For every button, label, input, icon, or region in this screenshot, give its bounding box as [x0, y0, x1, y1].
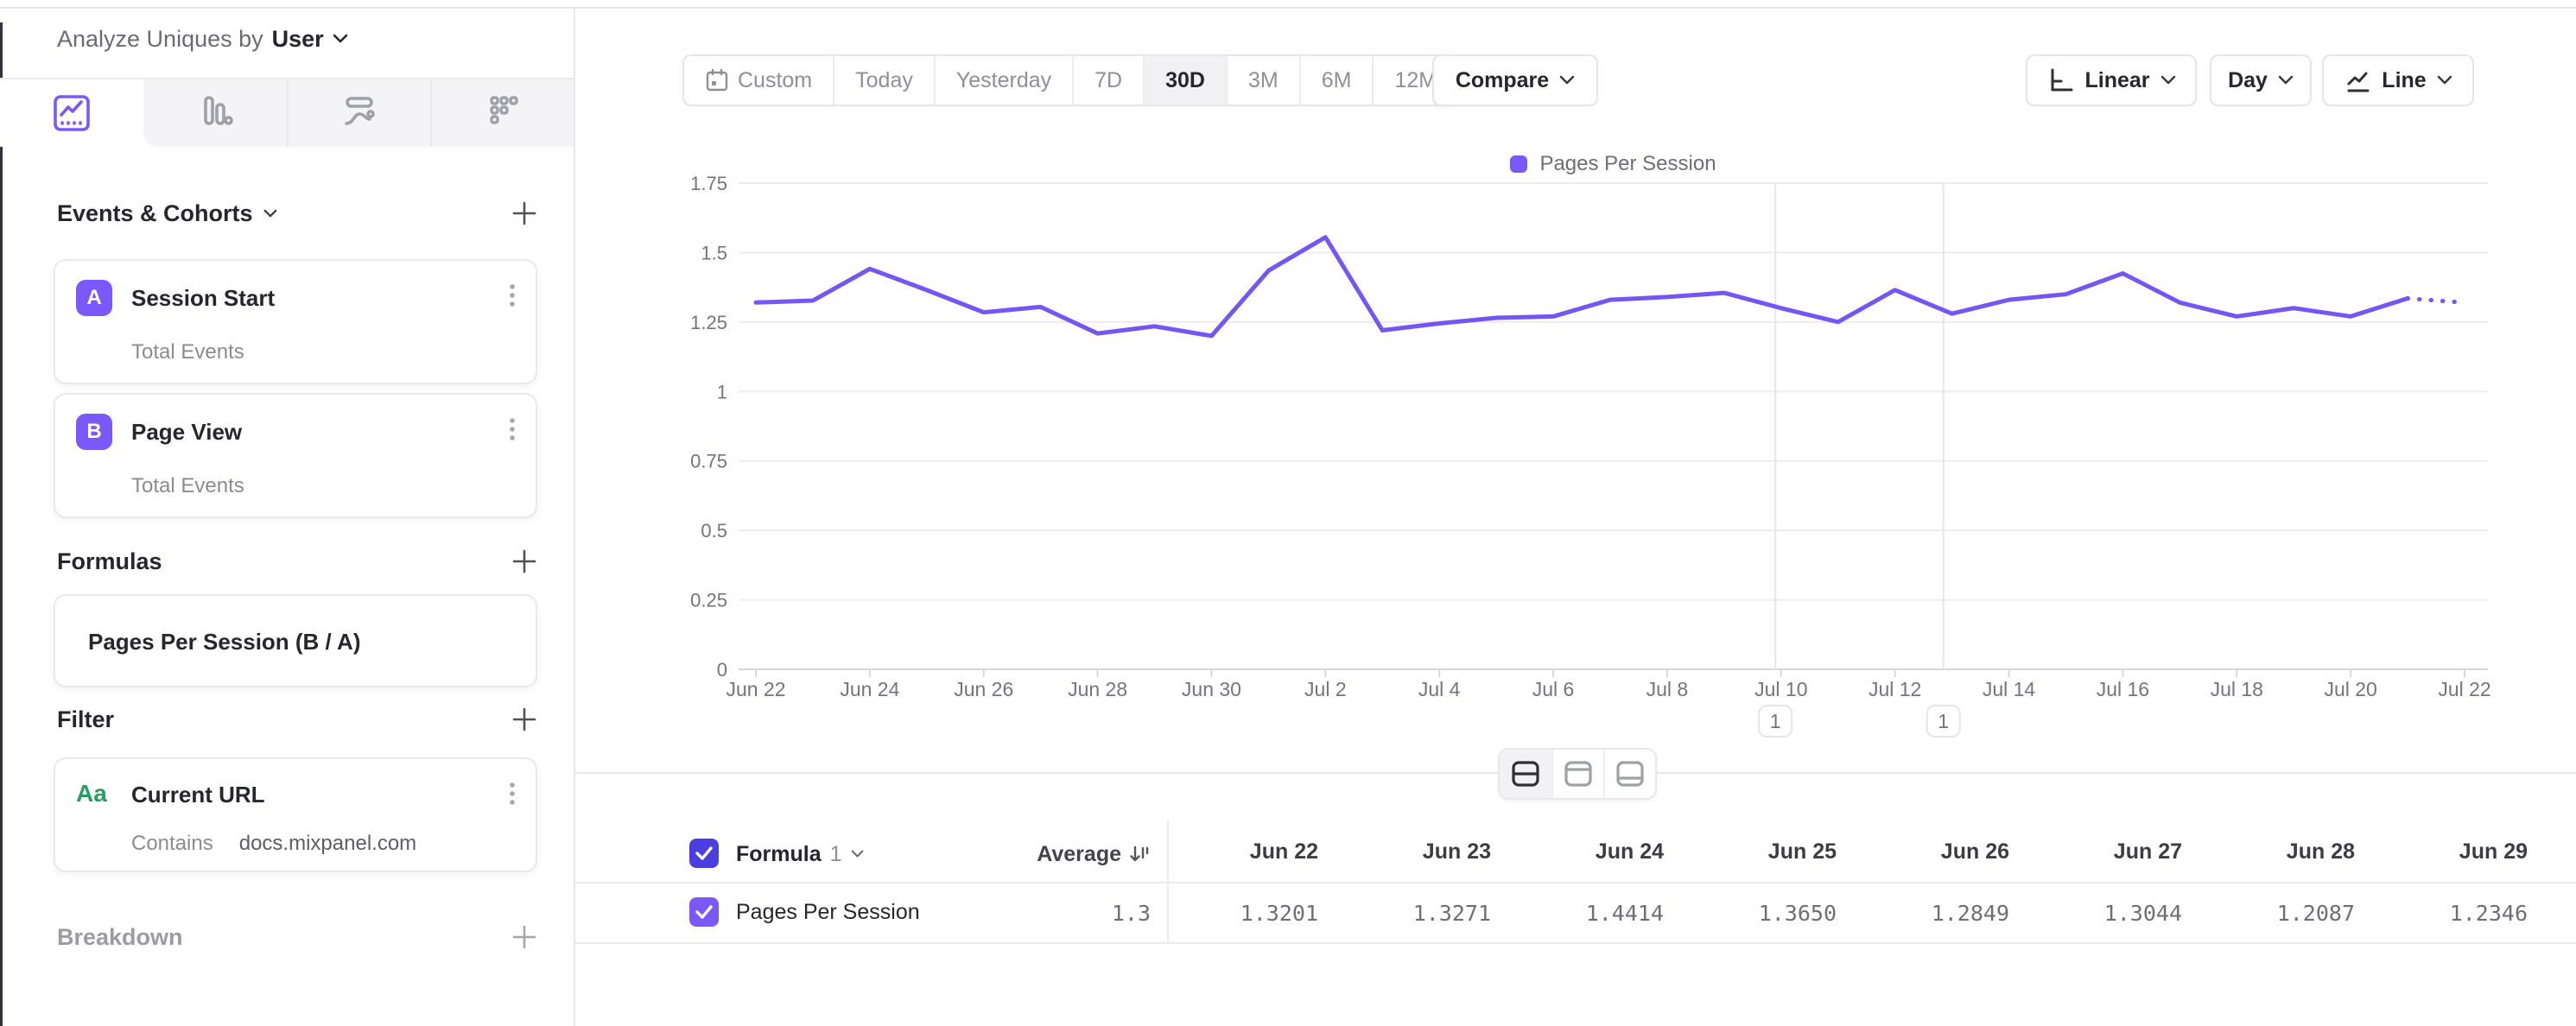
svg-text:Jul 16: Jul 16: [2097, 678, 2149, 700]
split-view-icon: [1511, 760, 1540, 788]
formula-checkbox[interactable]: [689, 839, 719, 868]
svg-text:1: 1: [1938, 710, 1949, 732]
svg-text:Jul 6: Jul 6: [1532, 678, 1575, 700]
table-bottom-border: [575, 942, 2576, 944]
column-header[interactable]: Jun 28: [2191, 839, 2355, 867]
table-bottom-view-icon: [1615, 760, 1645, 788]
average-label: Average: [1037, 842, 1121, 867]
chevron-down-icon: [851, 850, 864, 858]
svg-text:0.75: 0.75: [690, 451, 727, 472]
toggle-table-only[interactable]: [1603, 750, 1655, 798]
check-icon: [695, 904, 714, 920]
svg-text:1.5: 1.5: [701, 242, 727, 263]
svg-text:Jul 4: Jul 4: [1418, 678, 1461, 700]
column-header[interactable]: Jun 22: [1154, 839, 1318, 867]
table-cell: 1.3650: [1672, 901, 1837, 926]
column-header[interactable]: Jun 24: [1500, 839, 1664, 867]
svg-text:1: 1: [717, 381, 727, 402]
sort-icon[interactable]: [1128, 843, 1151, 865]
svg-text:Jul 2: Jul 2: [1304, 678, 1347, 700]
svg-text:0.5: 0.5: [701, 520, 727, 542]
column-header[interactable]: Jun 23: [1327, 839, 1491, 867]
column-header[interactable]: Jun 25: [1672, 839, 1837, 867]
svg-text:Jul 20: Jul 20: [2324, 678, 2376, 700]
svg-text:Jul 12: Jul 12: [1869, 678, 1921, 700]
svg-text:1: 1: [1770, 710, 1781, 732]
table-cell: 1.4414: [1500, 901, 1664, 926]
svg-text:Jul 8: Jul 8: [1646, 678, 1689, 700]
column-header[interactable]: Jun 29: [2363, 839, 2528, 867]
series-name: Pages Per Session: [736, 900, 920, 925]
chart-top-view-icon: [1564, 760, 1593, 788]
table-cell: 1.2087: [2191, 901, 2355, 926]
svg-text:1.25: 1.25: [690, 312, 727, 333]
svg-text:Jun 28: Jun 28: [1068, 678, 1127, 700]
check-icon: [695, 846, 714, 861]
svg-text:1.75: 1.75: [690, 173, 727, 194]
toggle-chart-only[interactable]: [1551, 750, 1603, 798]
svg-text:Jun 26: Jun 26: [954, 678, 1013, 700]
table-cell: 1.3201: [1154, 901, 1318, 926]
svg-text:Jun 24: Jun 24: [840, 678, 899, 700]
svg-text:Jul 10: Jul 10: [1754, 678, 1807, 700]
table-header-divider: [575, 882, 2576, 884]
formula-dropdown[interactable]: Formula 1: [736, 841, 864, 867]
table-cell: 1.3044: [2018, 901, 2182, 926]
svg-text:0.25: 0.25: [690, 590, 727, 611]
line-chart-canvas[interactable]: 00.250.50.7511.251.51.75Jun 22Jun 24Jun …: [0, 0, 2576, 1026]
toggle-split-view[interactable]: [1500, 750, 1551, 798]
svg-text:Jul 14: Jul 14: [1983, 678, 2036, 700]
layout-toggle-group: [1498, 748, 1657, 800]
svg-text:Jul 22: Jul 22: [2438, 678, 2490, 700]
svg-text:Jul 18: Jul 18: [2211, 678, 2263, 700]
svg-text:Jun 22: Jun 22: [726, 678, 785, 700]
svg-text:Jun 30: Jun 30: [1182, 678, 1241, 700]
column-header[interactable]: Jun 27: [2018, 839, 2182, 867]
formula-index: 1: [830, 842, 842, 867]
series-average-value: 1.3: [950, 901, 1151, 926]
table-cell: 1.2849: [1845, 901, 2009, 926]
series-checkbox[interactable]: [689, 897, 719, 927]
formula-label: Formula: [736, 842, 822, 867]
table-cell: 1.3271: [1327, 901, 1491, 926]
column-header[interactable]: Jun 26: [1845, 839, 2009, 867]
average-column-header[interactable]: Average: [950, 839, 1151, 869]
table-cell: 1.2346: [2363, 901, 2528, 926]
